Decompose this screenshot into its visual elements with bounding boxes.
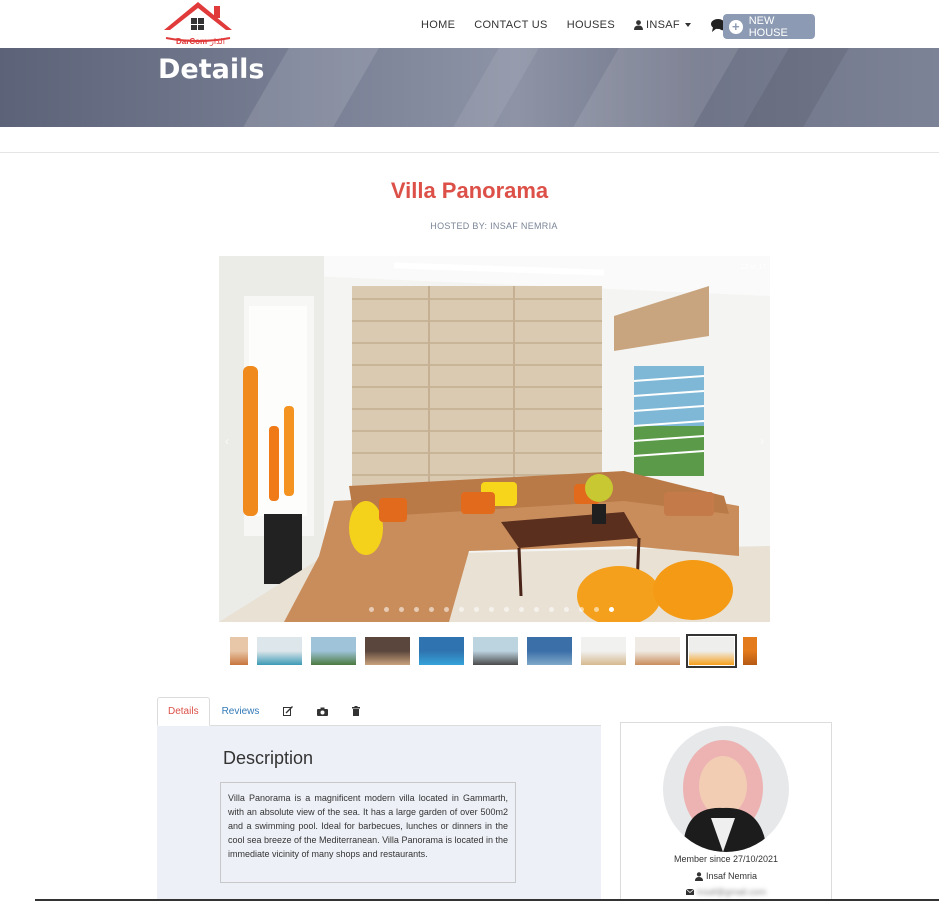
description-text: Villa Panorama is a magnificent modern v… xyxy=(220,782,516,883)
carousel-dot[interactable] xyxy=(534,607,539,612)
nav-contact-us[interactable]: CONTACT US xyxy=(474,19,548,31)
thumbnail[interactable] xyxy=(527,637,572,665)
user-menu[interactable]: INSAF xyxy=(633,19,691,31)
host-name: Insaf Nemria xyxy=(705,871,758,881)
host-email-row: insaf@gmail.com xyxy=(621,887,831,897)
thumbnail[interactable] xyxy=(365,637,410,665)
user-menu-label: INSAF xyxy=(645,19,680,31)
new-house-button[interactable]: + NEW HOUSE xyxy=(723,14,815,39)
thumbnail[interactable] xyxy=(473,637,518,665)
avatar xyxy=(663,726,789,852)
thumbnail[interactable] xyxy=(743,637,757,665)
nav-links: HOME CONTACT US HOUSES INSAF xyxy=(421,0,754,50)
thumbnail[interactable] xyxy=(311,637,356,665)
carousel-dot[interactable] xyxy=(429,607,434,612)
thumbnail[interactable] xyxy=(635,637,680,665)
living-room-image xyxy=(219,256,770,622)
thumbnail[interactable] xyxy=(230,637,248,665)
description-title: Description xyxy=(223,748,314,768)
logo[interactable]: DarCom الدار xyxy=(160,0,236,46)
divider xyxy=(0,152,939,153)
thumbnail[interactable] xyxy=(419,637,464,665)
carousel-dot[interactable] xyxy=(549,607,554,612)
chevron-down-icon xyxy=(684,23,691,27)
next-arrow-icon[interactable]: › xyxy=(760,434,764,448)
prev-arrow-icon[interactable]: ‹ xyxy=(225,434,229,448)
carousel-dot[interactable] xyxy=(459,607,464,612)
tab-edit[interactable] xyxy=(271,697,305,725)
host-card: Member since 27/10/2021 Insaf Nemria ins… xyxy=(620,722,832,901)
details-panel: Description Villa Panorama is a magnific… xyxy=(157,726,601,901)
trash-icon xyxy=(352,706,361,716)
carousel-dot[interactable] xyxy=(399,607,404,612)
tab-details[interactable]: Details xyxy=(157,697,210,726)
host-email[interactable]: insaf@gmail.com xyxy=(697,887,766,897)
house-title: Villa Panorama xyxy=(390,178,549,203)
carousel-dot[interactable] xyxy=(384,607,389,612)
carousel-dot[interactable] xyxy=(489,607,494,612)
carousel-dot[interactable] xyxy=(594,607,599,612)
thumbnail[interactable] xyxy=(686,634,737,668)
tab-photos[interactable] xyxy=(305,697,340,725)
carousel-dot[interactable] xyxy=(369,607,374,612)
carousel-dot[interactable] xyxy=(579,607,584,612)
tab-delete[interactable] xyxy=(340,697,372,725)
thumbnail[interactable] xyxy=(257,637,302,665)
carousel-dot[interactable] xyxy=(474,607,479,612)
carousel-dot[interactable] xyxy=(444,607,449,612)
host-name-row: Insaf Nemria xyxy=(621,871,831,881)
thumbnail[interactable] xyxy=(581,637,626,665)
camera-icon xyxy=(317,707,329,716)
house-photo[interactable]: 10 of 17 ‹ › xyxy=(219,256,770,622)
edit-icon xyxy=(283,706,294,716)
page-title: Details xyxy=(158,54,265,85)
carousel-dot[interactable] xyxy=(564,607,569,612)
carousel-dot[interactable] xyxy=(519,607,524,612)
navbar: DarCom الدار HOME CONTACT US HOUSES INSA… xyxy=(0,0,939,48)
carousel-dots xyxy=(369,607,624,612)
hosted-by: HOSTED BY: INSAF NEMRIA xyxy=(430,221,558,231)
thumbnail-strip xyxy=(230,634,760,668)
details-tabs: Details Reviews xyxy=(157,697,601,726)
photo-counter: 10 of 17 xyxy=(740,264,766,271)
nav-home[interactable]: HOME xyxy=(421,19,455,31)
nav-houses[interactable]: HOUSES xyxy=(567,19,615,31)
member-since: Member since 27/10/2021 xyxy=(673,854,779,864)
hero-banner: Details xyxy=(0,48,939,127)
plus-icon: + xyxy=(729,19,743,34)
user-icon xyxy=(694,871,703,881)
carousel-dot[interactable] xyxy=(504,607,509,612)
svg-text:DarCom: DarCom xyxy=(176,37,207,46)
user-icon xyxy=(633,20,643,30)
carousel-dot[interactable] xyxy=(609,607,614,612)
tab-reviews[interactable]: Reviews xyxy=(210,697,272,725)
envelope-icon xyxy=(685,889,694,895)
new-house-label: NEW HOUSE xyxy=(748,14,788,39)
carousel-dot[interactable] xyxy=(414,607,419,612)
svg-text:الدار: الدار xyxy=(209,37,225,46)
